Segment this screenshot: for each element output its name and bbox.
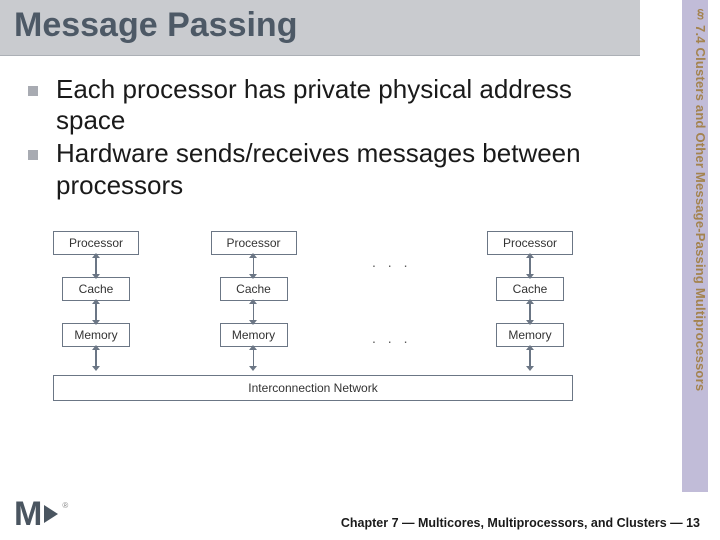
slide-footer: M ® Chapter 7 — Multicores, Multiprocess… — [0, 499, 720, 530]
bidirectional-arrow-icon — [253, 349, 255, 367]
bidirectional-arrow-icon — [95, 257, 97, 275]
bidirectional-arrow-icon — [95, 349, 97, 367]
interconnect-box: Interconnection Network — [53, 375, 573, 401]
bidirectional-arrow-icon — [253, 303, 255, 321]
bidirectional-arrow-icon — [529, 303, 531, 321]
registered-icon: ® — [62, 501, 68, 510]
logo-letter: M — [14, 499, 42, 530]
bidirectional-arrow-icon — [529, 257, 531, 275]
cache-box: Cache — [220, 277, 288, 301]
content-area: Each processor has private physical addr… — [0, 56, 648, 401]
bullet-icon — [28, 86, 38, 96]
title-bar: Message Passing — [0, 0, 640, 56]
memory-box: Memory — [62, 323, 130, 347]
bidirectional-arrow-icon — [95, 303, 97, 321]
section-side-tab: § 7.4 Clusters and Other Message-Passing… — [682, 0, 708, 492]
bullet-text: Hardware sends/receives messages between… — [56, 138, 598, 200]
slide-title: Message Passing — [14, 6, 626, 45]
processor-node: Processor Cache Memory — [487, 231, 573, 369]
footer-chapter-text: Chapter 7 — Multicores, Multiprocessors,… — [341, 516, 700, 530]
ellipsis-node: . . . . . . — [368, 254, 415, 346]
processor-node: Processor Cache Memory — [53, 231, 139, 369]
cache-box: Cache — [62, 277, 130, 301]
bullet-icon — [28, 150, 38, 160]
ellipsis-icon: . . . — [368, 254, 415, 270]
bullet-text: Each processor has private physical addr… — [56, 74, 598, 136]
architecture-diagram: Processor Cache Memory Processor Cache M… — [53, 231, 573, 401]
memory-box: Memory — [220, 323, 288, 347]
publisher-logo: M ® — [14, 499, 68, 530]
ellipsis-icon: . . . — [368, 330, 415, 346]
bidirectional-arrow-icon — [529, 349, 531, 367]
processor-node: Processor Cache Memory — [211, 231, 297, 369]
cache-box: Cache — [496, 277, 564, 301]
bullet-list: Each processor has private physical addr… — [28, 74, 598, 201]
logo-k-icon — [44, 505, 58, 523]
list-item: Each processor has private physical addr… — [28, 74, 598, 136]
processor-box: Processor — [211, 231, 297, 255]
processor-box: Processor — [53, 231, 139, 255]
list-item: Hardware sends/receives messages between… — [28, 138, 598, 200]
diagram-row: Processor Cache Memory Processor Cache M… — [53, 231, 573, 369]
processor-box: Processor — [487, 231, 573, 255]
bidirectional-arrow-icon — [253, 257, 255, 275]
memory-box: Memory — [496, 323, 564, 347]
